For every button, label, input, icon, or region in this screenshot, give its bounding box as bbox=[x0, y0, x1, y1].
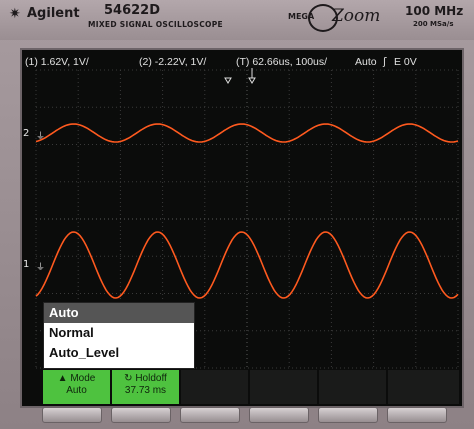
holdoff-softkey-value: 37.73 ms bbox=[124, 385, 167, 396]
mode-softkey-label: Mode bbox=[70, 373, 96, 384]
softkey-3-empty bbox=[181, 370, 248, 404]
softkey-button-4[interactable] bbox=[249, 407, 309, 423]
time-reference-marker-icon bbox=[248, 77, 256, 84]
softkey-5-empty bbox=[319, 370, 386, 404]
brand-name: Agilent bbox=[27, 6, 80, 21]
menu-item-auto[interactable]: Auto bbox=[44, 303, 194, 323]
trigger-position-marker-icon bbox=[224, 77, 232, 84]
rotate-knob-icon: ↻ bbox=[124, 373, 133, 384]
model-number: 54622D bbox=[104, 3, 161, 18]
menu-item-normal[interactable]: Normal bbox=[44, 323, 194, 343]
softkey-button-3[interactable] bbox=[180, 407, 240, 423]
bandwidth-spec: 100 MHz bbox=[405, 4, 464, 18]
channel-1-trace bbox=[35, 231, 459, 299]
scope-screen: (1) 1.62V, 1V/ (2) -2.22V, 1V/ (T) 62.66… bbox=[20, 48, 464, 408]
sample-rate-spec: 200 MSa/s bbox=[413, 20, 454, 28]
menu-item-auto-level[interactable]: Auto_Level bbox=[44, 343, 194, 363]
agilent-star-logo: ✷ bbox=[9, 6, 21, 22]
ch2-ground-icon: ⏚ bbox=[36, 132, 46, 142]
softkey-button-6[interactable] bbox=[387, 407, 447, 423]
trigger-mode-menu[interactable]: Auto Normal Auto_Level bbox=[43, 302, 195, 369]
channel-1-marker[interactable]: 1 bbox=[23, 259, 29, 270]
ch1-ground-icon: ⏚ bbox=[36, 263, 46, 273]
mode-softkey-value: Auto bbox=[66, 385, 87, 396]
holdoff-softkey[interactable]: ↻ Holdoff 37.73 ms bbox=[112, 370, 179, 404]
softkey-6-empty bbox=[388, 370, 459, 404]
softkey-4-empty bbox=[250, 370, 317, 404]
softkey-button-2[interactable] bbox=[111, 407, 171, 423]
triangle-up-icon: ▲ bbox=[57, 373, 68, 384]
megazoom-zoom: Zoom bbox=[332, 6, 381, 26]
brand-bar: ✷ Agilent 54622D MIXED SIGNAL OSCILLOSCO… bbox=[0, 0, 474, 40]
channel-2-marker[interactable]: 2 bbox=[23, 128, 29, 139]
holdoff-softkey-label: Holdoff bbox=[135, 373, 167, 384]
softkey-button-1[interactable] bbox=[42, 407, 102, 423]
softkey-button-5[interactable] bbox=[318, 407, 378, 423]
mode-softkey[interactable]: ▲ Mode Auto bbox=[43, 370, 110, 404]
model-subtitle: MIXED SIGNAL OSCILLOSCOPE bbox=[88, 20, 223, 29]
softkey-bar: ▲ Mode Auto ↻ Holdoff 37.73 ms bbox=[43, 370, 459, 404]
